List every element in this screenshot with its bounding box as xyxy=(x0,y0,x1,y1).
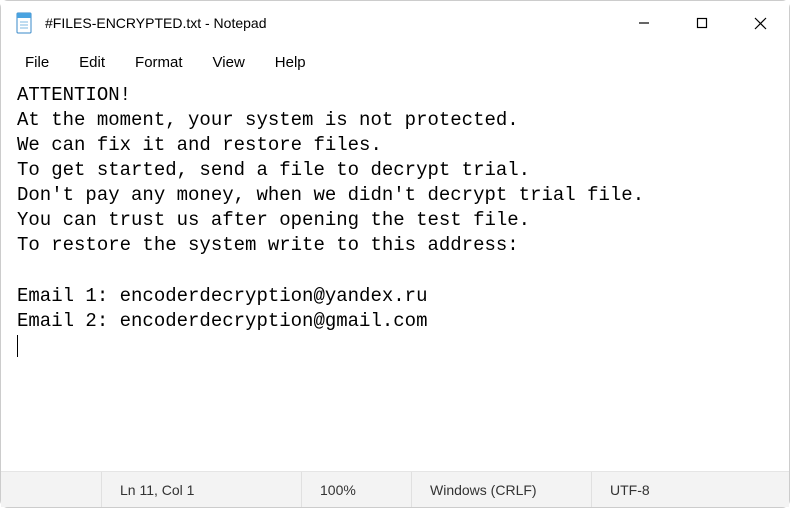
notepad-icon xyxy=(15,12,33,34)
status-cursor-position: Ln 11, Col 1 xyxy=(101,472,301,507)
status-encoding: UTF-8 xyxy=(591,472,789,507)
maximize-button[interactable] xyxy=(673,1,731,45)
window-controls xyxy=(615,1,789,45)
menu-view[interactable]: View xyxy=(199,48,259,77)
menu-help[interactable]: Help xyxy=(261,48,320,77)
menubar: File Edit Format View Help xyxy=(1,45,789,79)
editor-content: ATTENTION! At the moment, your system is… xyxy=(17,84,644,332)
text-editor[interactable]: ATTENTION! At the moment, your system is… xyxy=(1,79,789,459)
status-line-ending: Windows (CRLF) xyxy=(411,472,591,507)
minimize-button[interactable] xyxy=(615,1,673,45)
titlebar: #FILES-ENCRYPTED.txt - Notepad xyxy=(1,1,789,45)
text-caret xyxy=(17,335,18,357)
close-button[interactable] xyxy=(731,1,789,45)
menu-edit[interactable]: Edit xyxy=(65,48,119,77)
status-zoom: 100% xyxy=(301,472,411,507)
statusbar: Ln 11, Col 1 100% Windows (CRLF) UTF-8 xyxy=(1,471,789,507)
menu-file[interactable]: File xyxy=(11,48,63,77)
menu-format[interactable]: Format xyxy=(121,48,197,77)
window-title: #FILES-ENCRYPTED.txt - Notepad xyxy=(45,15,615,31)
status-spacer xyxy=(1,472,101,507)
